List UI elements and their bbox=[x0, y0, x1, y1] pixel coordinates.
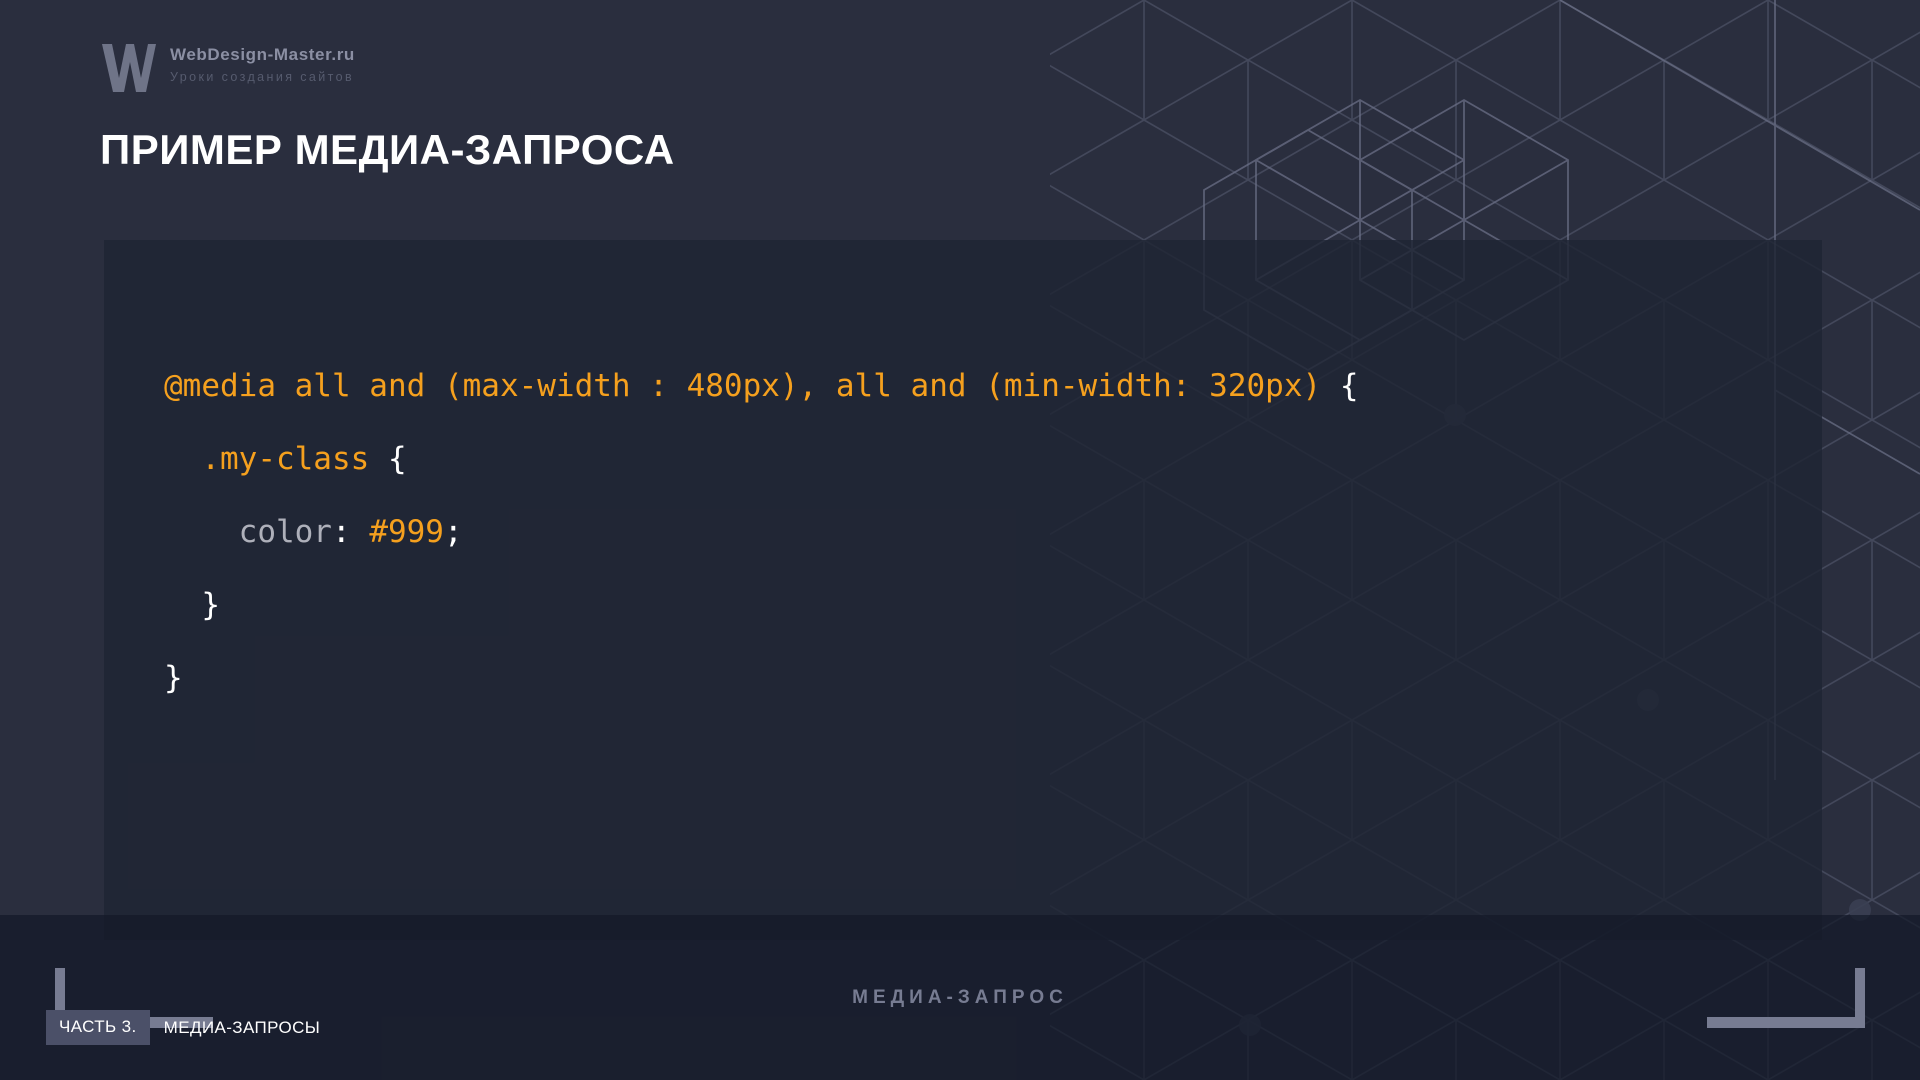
code-line: } bbox=[164, 569, 1358, 642]
code-token: #999 bbox=[369, 514, 444, 550]
footer: ЧАСТЬ 3. МЕДИА-ЗАПРОСЫ bbox=[46, 1010, 320, 1045]
code-panel: @media all and (max-width : 480px), all … bbox=[104, 240, 1822, 940]
footer-part-badge: ЧАСТЬ 3. bbox=[46, 1010, 150, 1045]
caption-band: МЕДИА-ЗАПРОС bbox=[0, 915, 1920, 1080]
code-token: .my-class bbox=[201, 441, 370, 477]
code-token: @media all and (max-width : 480px), all … bbox=[164, 368, 1322, 404]
wm-monogram-icon bbox=[102, 44, 156, 92]
code-line: } bbox=[164, 642, 1358, 715]
code-token: color bbox=[238, 514, 332, 550]
code-token: } bbox=[201, 587, 220, 623]
code-token: ; bbox=[443, 514, 463, 550]
code-block: @media all and (max-width : 480px), all … bbox=[164, 350, 1358, 715]
site-logo[interactable]: WebDesign-Master.ru Уроки создания сайто… bbox=[100, 40, 355, 94]
code-token: : bbox=[331, 514, 370, 550]
logo-subtitle: Уроки создания сайтов bbox=[170, 70, 354, 85]
code-line: @media all and (max-width : 480px), all … bbox=[164, 350, 1358, 423]
corner-bracket-right-icon bbox=[1707, 967, 1865, 1028]
logo-title: WebDesign-Master.ru bbox=[170, 45, 355, 64]
code-line: color: #999; bbox=[164, 496, 1358, 569]
page-title: ПРИМЕР МЕДИА-ЗАПРОСА bbox=[100, 126, 675, 173]
code-token: { bbox=[369, 441, 407, 477]
code-line: .my-class { bbox=[164, 423, 1358, 496]
footer-section-label: МЕДИА-ЗАПРОСЫ bbox=[163, 1017, 321, 1037]
code-token: } bbox=[164, 660, 183, 696]
code-token: { bbox=[1321, 368, 1359, 404]
caption-label: МЕДИА-ЗАПРОС bbox=[852, 986, 1068, 1008]
